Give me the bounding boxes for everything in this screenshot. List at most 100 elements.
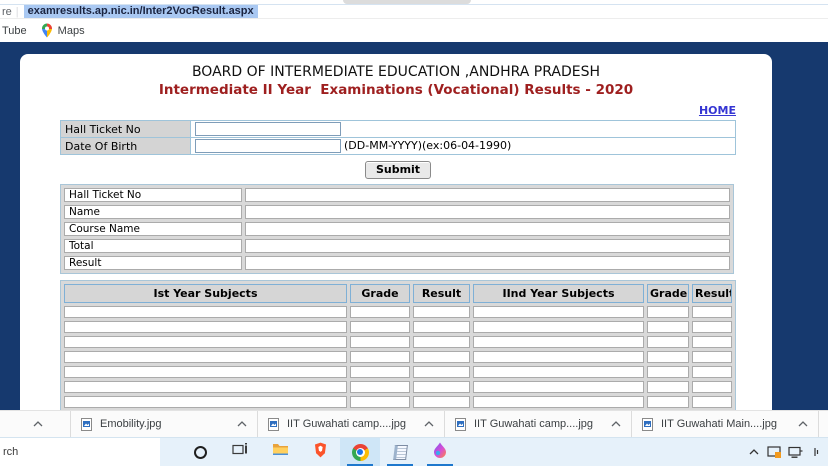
subjects-table: Ist Year Subjects Grade Result IInd Year…	[60, 280, 736, 410]
chevron-up-icon[interactable]	[424, 421, 434, 427]
image-file-icon	[268, 417, 279, 431]
home-link[interactable]: HOME	[699, 104, 736, 117]
screen: re | examresults.ap.nic.in/Inter2VocResu…	[0, 0, 828, 466]
result-field-label: Result	[64, 256, 242, 270]
download-item-partial[interactable]	[0, 411, 70, 437]
dob-input[interactable]	[195, 139, 341, 153]
result-field-value	[245, 205, 730, 219]
page-background: BOARD OF INTERMEDIATE EDUCATION ,ANDHRA …	[0, 42, 828, 410]
network-tray-icon[interactable]	[785, 438, 806, 466]
result-summary-table: Hall Ticket No Name Course Name Total Re…	[60, 184, 734, 274]
search-form-table: Hall Ticket No Date Of Birth (DD-MM-YYYY…	[60, 120, 736, 155]
col-header: Result	[692, 284, 732, 303]
bookmark-maps[interactable]: Maps	[41, 23, 85, 38]
result-row: Name	[64, 205, 730, 219]
file-explorer-icon	[272, 443, 289, 461]
hidden-icons-button[interactable]	[743, 438, 764, 466]
download-filename: IIT Guwahati camp....jpg	[474, 418, 594, 430]
chevron-up-icon[interactable]	[33, 421, 43, 427]
cortana-icon	[193, 445, 207, 459]
chrome-button[interactable]	[340, 438, 380, 466]
subject-row	[64, 351, 732, 363]
search-text-fragment: rch	[3, 446, 19, 458]
address-bar[interactable]: re | examresults.ap.nic.in/Inter2VocResu…	[0, 5, 828, 19]
download-filename: IIT Guwahati camp....jpg	[287, 418, 407, 430]
submit-button[interactable]: Submit	[364, 161, 432, 179]
hall-ticket-label: Hall Ticket No	[60, 120, 191, 138]
shelf-separator	[818, 411, 819, 437]
brave-button[interactable]	[300, 438, 340, 466]
subject-row	[64, 396, 732, 408]
cortana-button[interactable]	[180, 438, 220, 466]
file-explorer-button[interactable]	[260, 438, 300, 466]
security-label-fragment: re	[2, 5, 12, 18]
download-filename: IIT Guwahati Main....jpg	[661, 418, 777, 430]
result-field-label: Total	[64, 239, 242, 253]
download-item[interactable]: IIT Guwahati camp....jpg	[258, 411, 444, 437]
result-field-label: Hall Ticket No	[64, 188, 242, 202]
cast-tray-icon[interactable]	[764, 438, 785, 466]
subject-row	[64, 336, 732, 348]
notepad-icon	[392, 444, 408, 460]
hall-ticket-cell	[190, 120, 736, 138]
result-field-value	[245, 222, 730, 236]
image-file-icon	[455, 417, 466, 431]
taskbar-search-box[interactable]: rch	[0, 438, 160, 466]
download-shelf: Emobility.jpg IIT Guwahati camp....jpg I…	[0, 410, 828, 437]
dob-row: Date Of Birth (DD-MM-YYYY)(ex:06-04-1990…	[60, 137, 736, 155]
download-filename: Emobility.jpg	[100, 418, 162, 430]
image-file-icon	[642, 417, 653, 431]
result-row: Total	[64, 239, 730, 253]
col-header: Result	[413, 284, 470, 303]
col-header: IInd Year Subjects	[473, 284, 644, 303]
home-link-row: HOME	[20, 99, 736, 118]
dob-label: Date Of Birth	[60, 137, 191, 155]
download-item[interactable]: Emobility.jpg	[71, 411, 257, 437]
paint3d-drop-icon	[433, 442, 447, 463]
system-tray	[743, 438, 828, 466]
result-field-value	[245, 256, 730, 270]
chevron-up-icon[interactable]	[611, 421, 621, 427]
col-header: Grade	[647, 284, 689, 303]
col-header: Grade	[350, 284, 410, 303]
subject-row	[64, 381, 732, 393]
col-header: Ist Year Subjects	[64, 284, 347, 303]
task-view-button[interactable]	[220, 438, 260, 466]
dob-cell: (DD-MM-YYYY)(ex:06-04-1990)	[190, 137, 736, 155]
result-field-value	[245, 239, 730, 253]
notepad-button[interactable]	[380, 438, 420, 466]
subject-row	[64, 306, 732, 318]
result-row: Result	[64, 256, 730, 270]
chrome-icon	[351, 443, 369, 461]
bookmark-label: Tube	[2, 24, 27, 37]
chevron-up-icon[interactable]	[237, 421, 247, 427]
hall-ticket-row: Hall Ticket No	[60, 120, 736, 138]
result-row: Course Name	[64, 222, 730, 236]
url-text[interactable]: examresults.ap.nic.in/Inter2VocResult.as…	[23, 5, 258, 18]
page-title: BOARD OF INTERMEDIATE EDUCATION ,ANDHRA …	[191, 64, 601, 80]
taskbar-app-icons	[180, 438, 460, 466]
download-item[interactable]: IIT Guwahati camp....jpg	[445, 411, 631, 437]
download-item[interactable]: IIT Guwahati Main....jpg	[632, 411, 818, 437]
tray-icon-partial[interactable]	[806, 438, 827, 466]
submit-row: Submit	[60, 158, 736, 179]
content-panel: BOARD OF INTERMEDIATE EDUCATION ,ANDHRA …	[20, 54, 772, 410]
brave-icon	[313, 442, 328, 463]
result-field-value	[245, 188, 730, 202]
page-subtitle: Intermediate II Year Examinations (Vocat…	[158, 82, 634, 98]
bookmarks-bar: Tube Maps	[0, 19, 828, 42]
result-field-label: Course Name	[64, 222, 242, 236]
image-file-icon	[81, 417, 92, 431]
dob-format-hint: (DD-MM-YYYY)(ex:06-04-1990)	[344, 139, 512, 152]
bookmark-label: Maps	[57, 24, 85, 37]
maps-pin-icon	[41, 23, 53, 38]
paint3d-button[interactable]	[420, 438, 460, 466]
taskbar: rch	[0, 437, 828, 466]
chevron-up-icon[interactable]	[798, 421, 808, 427]
address-separator: |	[15, 5, 19, 18]
task-view-icon	[232, 443, 248, 461]
subjects-header-row: Ist Year Subjects Grade Result IInd Year…	[64, 284, 732, 303]
subject-row	[64, 321, 732, 333]
hall-ticket-input[interactable]	[195, 122, 341, 136]
bookmark-youtube[interactable]: Tube	[2, 25, 27, 37]
